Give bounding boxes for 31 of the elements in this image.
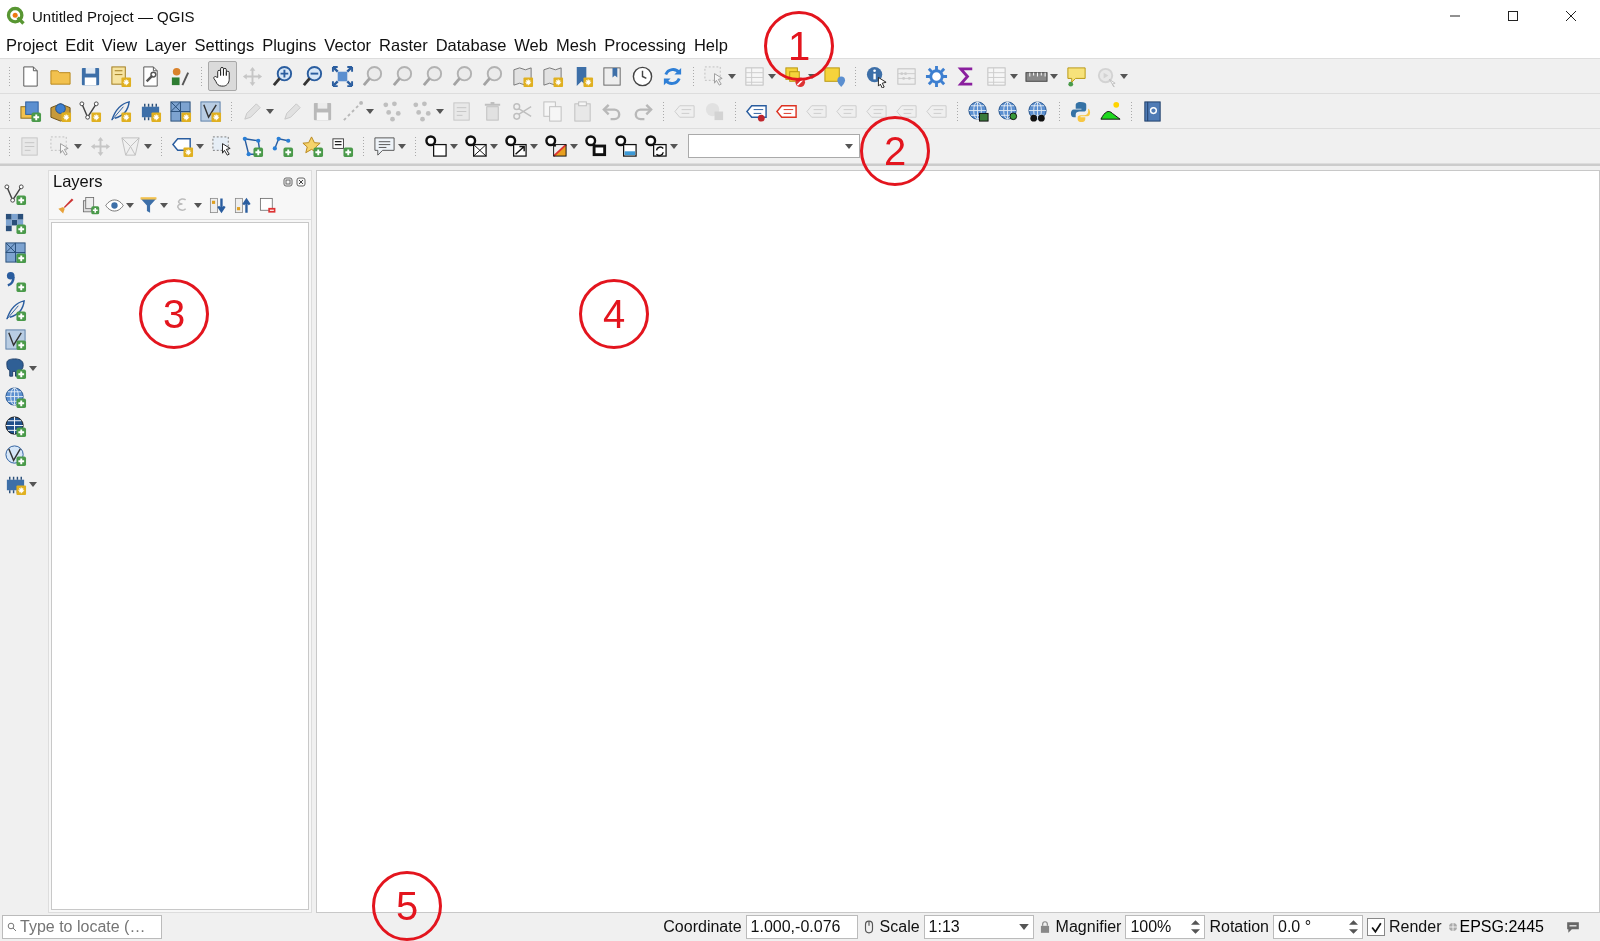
menu-item[interactable]: Processing	[600, 35, 690, 55]
menu-item[interactable]: Raster	[375, 35, 432, 55]
rotation-spinbox[interactable]: 0.0 °	[1273, 915, 1363, 939]
annotation-marker: 1	[764, 11, 834, 81]
menu-item[interactable]: Edit	[61, 35, 98, 55]
menu-item[interactable]: Settings	[190, 35, 259, 55]
crs-button[interactable]: EPSG:2445	[1445, 918, 1546, 936]
annotation-marker: 4	[579, 279, 649, 349]
menu-item[interactable]: Layer	[141, 35, 191, 55]
menu-item[interactable]: Plugins	[258, 35, 321, 55]
panel-title: Layers	[53, 171, 103, 191]
magnifier-label: Magnifier	[1055, 918, 1122, 936]
annotation-marker: 5	[372, 871, 442, 941]
magnifier-spinbox[interactable]: 100%	[1125, 915, 1206, 939]
search-field[interactable]: Type to locate (…	[2, 915, 162, 939]
window-title: Untitled Project — QGIS	[32, 7, 195, 25]
menu-item[interactable]: Database	[431, 35, 511, 55]
menu-item[interactable]: Mesh	[551, 35, 601, 55]
menu-item[interactable]: Web	[510, 35, 552, 55]
render-label: Render	[1389, 918, 1442, 936]
coordinate-field[interactable]: 1.000,-0.076	[745, 915, 858, 939]
scale-dropdown[interactable]: 1:13	[923, 915, 1034, 939]
menu-item[interactable]: Vector	[320, 35, 376, 55]
coordinate-label: Coordinate	[663, 918, 742, 936]
annotation-marker: 2	[860, 116, 930, 186]
rotation-label: Rotation	[1209, 918, 1269, 936]
annotation-marker: 3	[139, 279, 209, 349]
menu-item[interactable]: Help	[689, 35, 732, 55]
menu-item[interactable]: View	[97, 35, 142, 55]
scale-label: Scale	[879, 918, 920, 936]
menu-item[interactable]: Project	[2, 35, 62, 55]
